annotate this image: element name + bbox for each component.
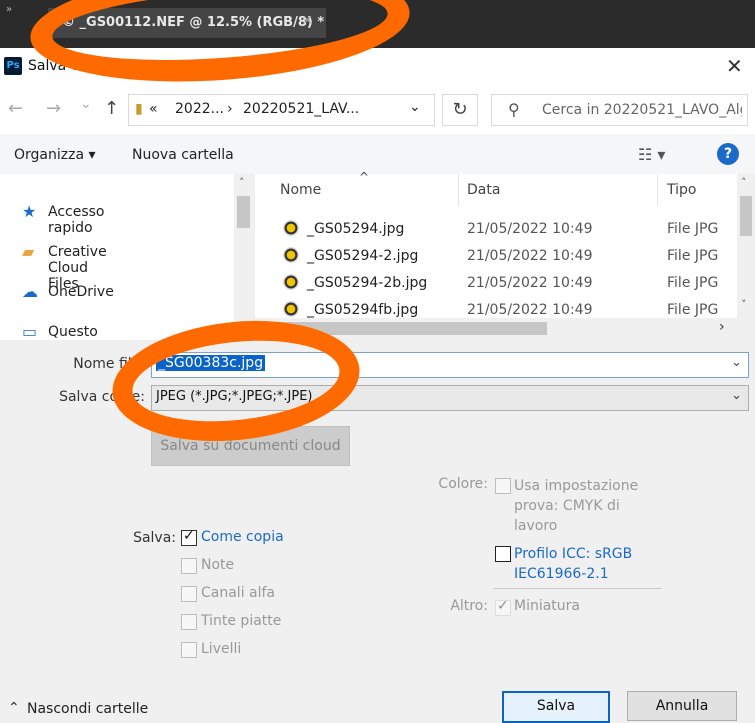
spot-colors-checkbox[interactable] <box>181 614 197 630</box>
file-name: _GS05294-2.jpg <box>307 248 419 264</box>
file-row[interactable]: _GS05294.jpg 21/05/2022 10:49 File JPG <box>255 218 737 245</box>
proof-setup-label: Usa impostazione prova: CMYK di lavoro <box>514 478 639 534</box>
save-button[interactable]: Salva <box>502 691 610 723</box>
column-header-date[interactable]: Data <box>467 182 500 198</box>
address-bar[interactable]: ▮ « 2022... › 20220521_LAV... ⌄ <box>128 94 435 126</box>
proof-setup-checkbox[interactable] <box>495 478 511 494</box>
hide-folders-button[interactable]: Nascondi cartelle <box>27 701 148 717</box>
search-placeholder: Cerca in 20220521_LAVO_Alg... <box>542 102 742 118</box>
alpha-channels-checkbox[interactable] <box>181 586 197 602</box>
chevron-down-icon[interactable]: ⌄ <box>731 355 742 370</box>
file-type: File JPG <box>667 221 719 237</box>
alpha-channels-label: Canali alfa <box>201 585 276 601</box>
address-root[interactable]: « <box>149 101 158 117</box>
address-dropdown-icon[interactable]: ⌄ <box>409 99 421 115</box>
save-section-label: Salva: <box>133 530 176 546</box>
computer-icon: ▭ <box>22 322 38 341</box>
file-list: Nome ^ Data Tipo _GS05294.jpg 21/05/2022… <box>255 170 737 318</box>
scrollbar-thumb[interactable] <box>740 196 752 236</box>
column-divider[interactable] <box>458 174 459 206</box>
thumbnail-label: Miniatura <box>514 598 581 614</box>
options-divider <box>494 588 662 589</box>
recent-locations-icon[interactable]: ⌄ <box>80 96 92 112</box>
thumbnail-checkbox[interactable] <box>495 598 511 616</box>
help-icon[interactable]: ? <box>717 143 739 165</box>
file-type: File JPG <box>667 275 719 291</box>
file-date: 21/05/2022 10:49 <box>467 302 593 318</box>
close-icon[interactable]: ✕ <box>726 54 743 78</box>
file-name: _GS05294fb.jpg <box>307 302 419 318</box>
save-as-dialog: Ps Salva con nome ✕ ← → ⌄ ↑ ▮ « 2022... … <box>0 48 755 723</box>
back-arrow-icon[interactable]: ← <box>8 98 23 119</box>
file-row[interactable]: _GS05294-2.jpg 21/05/2022 10:49 File JPG <box>255 245 737 272</box>
jpg-file-icon <box>283 220 299 236</box>
organize-menu[interactable]: Organizza ▾ <box>14 147 96 163</box>
file-name: _GS05294.jpg <box>307 221 405 237</box>
star-icon: ★ <box>22 202 37 221</box>
as-copy-checkbox[interactable] <box>181 528 197 546</box>
column-header-type[interactable]: Tipo <box>667 182 696 198</box>
scroll-right-icon[interactable]: › <box>719 319 725 335</box>
file-date: 21/05/2022 10:49 <box>467 221 593 237</box>
refresh-button[interactable]: ↻ <box>442 94 478 126</box>
file-type: File JPG <box>667 248 719 264</box>
file-type: File JPG <box>667 302 719 318</box>
folder-icon: ▮ <box>135 101 143 117</box>
jpg-file-icon <box>283 301 299 317</box>
forward-arrow-icon[interactable]: → <box>46 98 61 119</box>
address-part-1[interactable]: 2022... <box>175 101 224 117</box>
sort-ascending-icon: ^ <box>359 170 370 184</box>
file-date: 21/05/2022 10:49 <box>467 248 593 264</box>
up-folder-icon[interactable]: ↑ <box>104 98 119 119</box>
other-label: Altro: <box>450 598 488 614</box>
command-toolbar: Organizza ▾ Nuova cartella ☷ ▾ ? <box>0 134 755 175</box>
navigation-bar: ← → ⌄ ↑ ▮ « 2022... › 20220521_LAV... ⌄ … <box>0 86 755 134</box>
icc-profile-label[interactable]: Profilo ICC: sRGB IEC61966-2.1 <box>514 544 649 584</box>
breadcrumb-chevron-icon: › <box>227 101 233 117</box>
file-list-scrollbar[interactable]: ˄ ˅ <box>737 174 755 318</box>
file-row[interactable]: _GS05294-2b.jpg 21/05/2022 10:49 File JP… <box>255 272 737 299</box>
creative-cloud-folder-icon: ▰ <box>22 242 35 261</box>
layers-label: Livelli <box>201 641 242 657</box>
new-folder-button[interactable]: Nuova cartella <box>132 147 234 163</box>
cloud-icon: ☁ <box>22 282 38 301</box>
chevron-up-icon[interactable]: ⌃ <box>8 700 20 716</box>
scroll-up-icon[interactable]: ˄ <box>741 176 747 189</box>
navigation-pane: ★ Accesso rapido ▰ Creative Cloud Files … <box>0 174 253 356</box>
nav-pane-scrollbar[interactable]: ˄ <box>234 174 253 340</box>
jpg-file-icon <box>283 274 299 290</box>
spot-colors-label: Tinte piatte <box>201 613 282 629</box>
column-divider[interactable] <box>657 174 658 206</box>
icc-profile-checkbox[interactable] <box>495 546 511 562</box>
photoshop-logo-icon: Ps <box>4 57 22 75</box>
panel-grip-icon[interactable]: » <box>6 4 12 15</box>
layers-checkbox[interactable] <box>181 642 197 658</box>
column-header-name[interactable]: Nome <box>280 182 321 198</box>
nav-item-label: Accesso rapido <box>48 204 105 236</box>
address-part-2[interactable]: 20220521_LAV... <box>243 101 359 117</box>
file-date: 21/05/2022 10:49 <box>467 275 593 291</box>
search-icon: ⚲ <box>508 100 520 119</box>
nav-item-label: OneDrive <box>48 284 114 300</box>
chevron-down-icon[interactable]: ⌄ <box>731 388 742 403</box>
jpg-file-icon <box>283 247 299 263</box>
notes-checkbox[interactable] <box>181 558 197 574</box>
scroll-up-icon[interactable]: ˄ <box>239 176 245 189</box>
search-box[interactable]: ⚲ Cerca in 20220521_LAVO_Alg... <box>491 94 748 126</box>
scroll-down-icon[interactable]: ˅ <box>741 298 747 311</box>
view-options-icon[interactable]: ☷ ▾ <box>638 145 665 164</box>
cancel-button[interactable]: Annulla <box>627 691 737 721</box>
notes-label: Note <box>201 557 235 573</box>
file-name: _GS05294-2b.jpg <box>307 275 428 291</box>
color-label: Colore: <box>438 476 488 492</box>
as-copy-label[interactable]: Come copia <box>201 529 284 545</box>
scrollbar-thumb[interactable] <box>237 196 250 228</box>
